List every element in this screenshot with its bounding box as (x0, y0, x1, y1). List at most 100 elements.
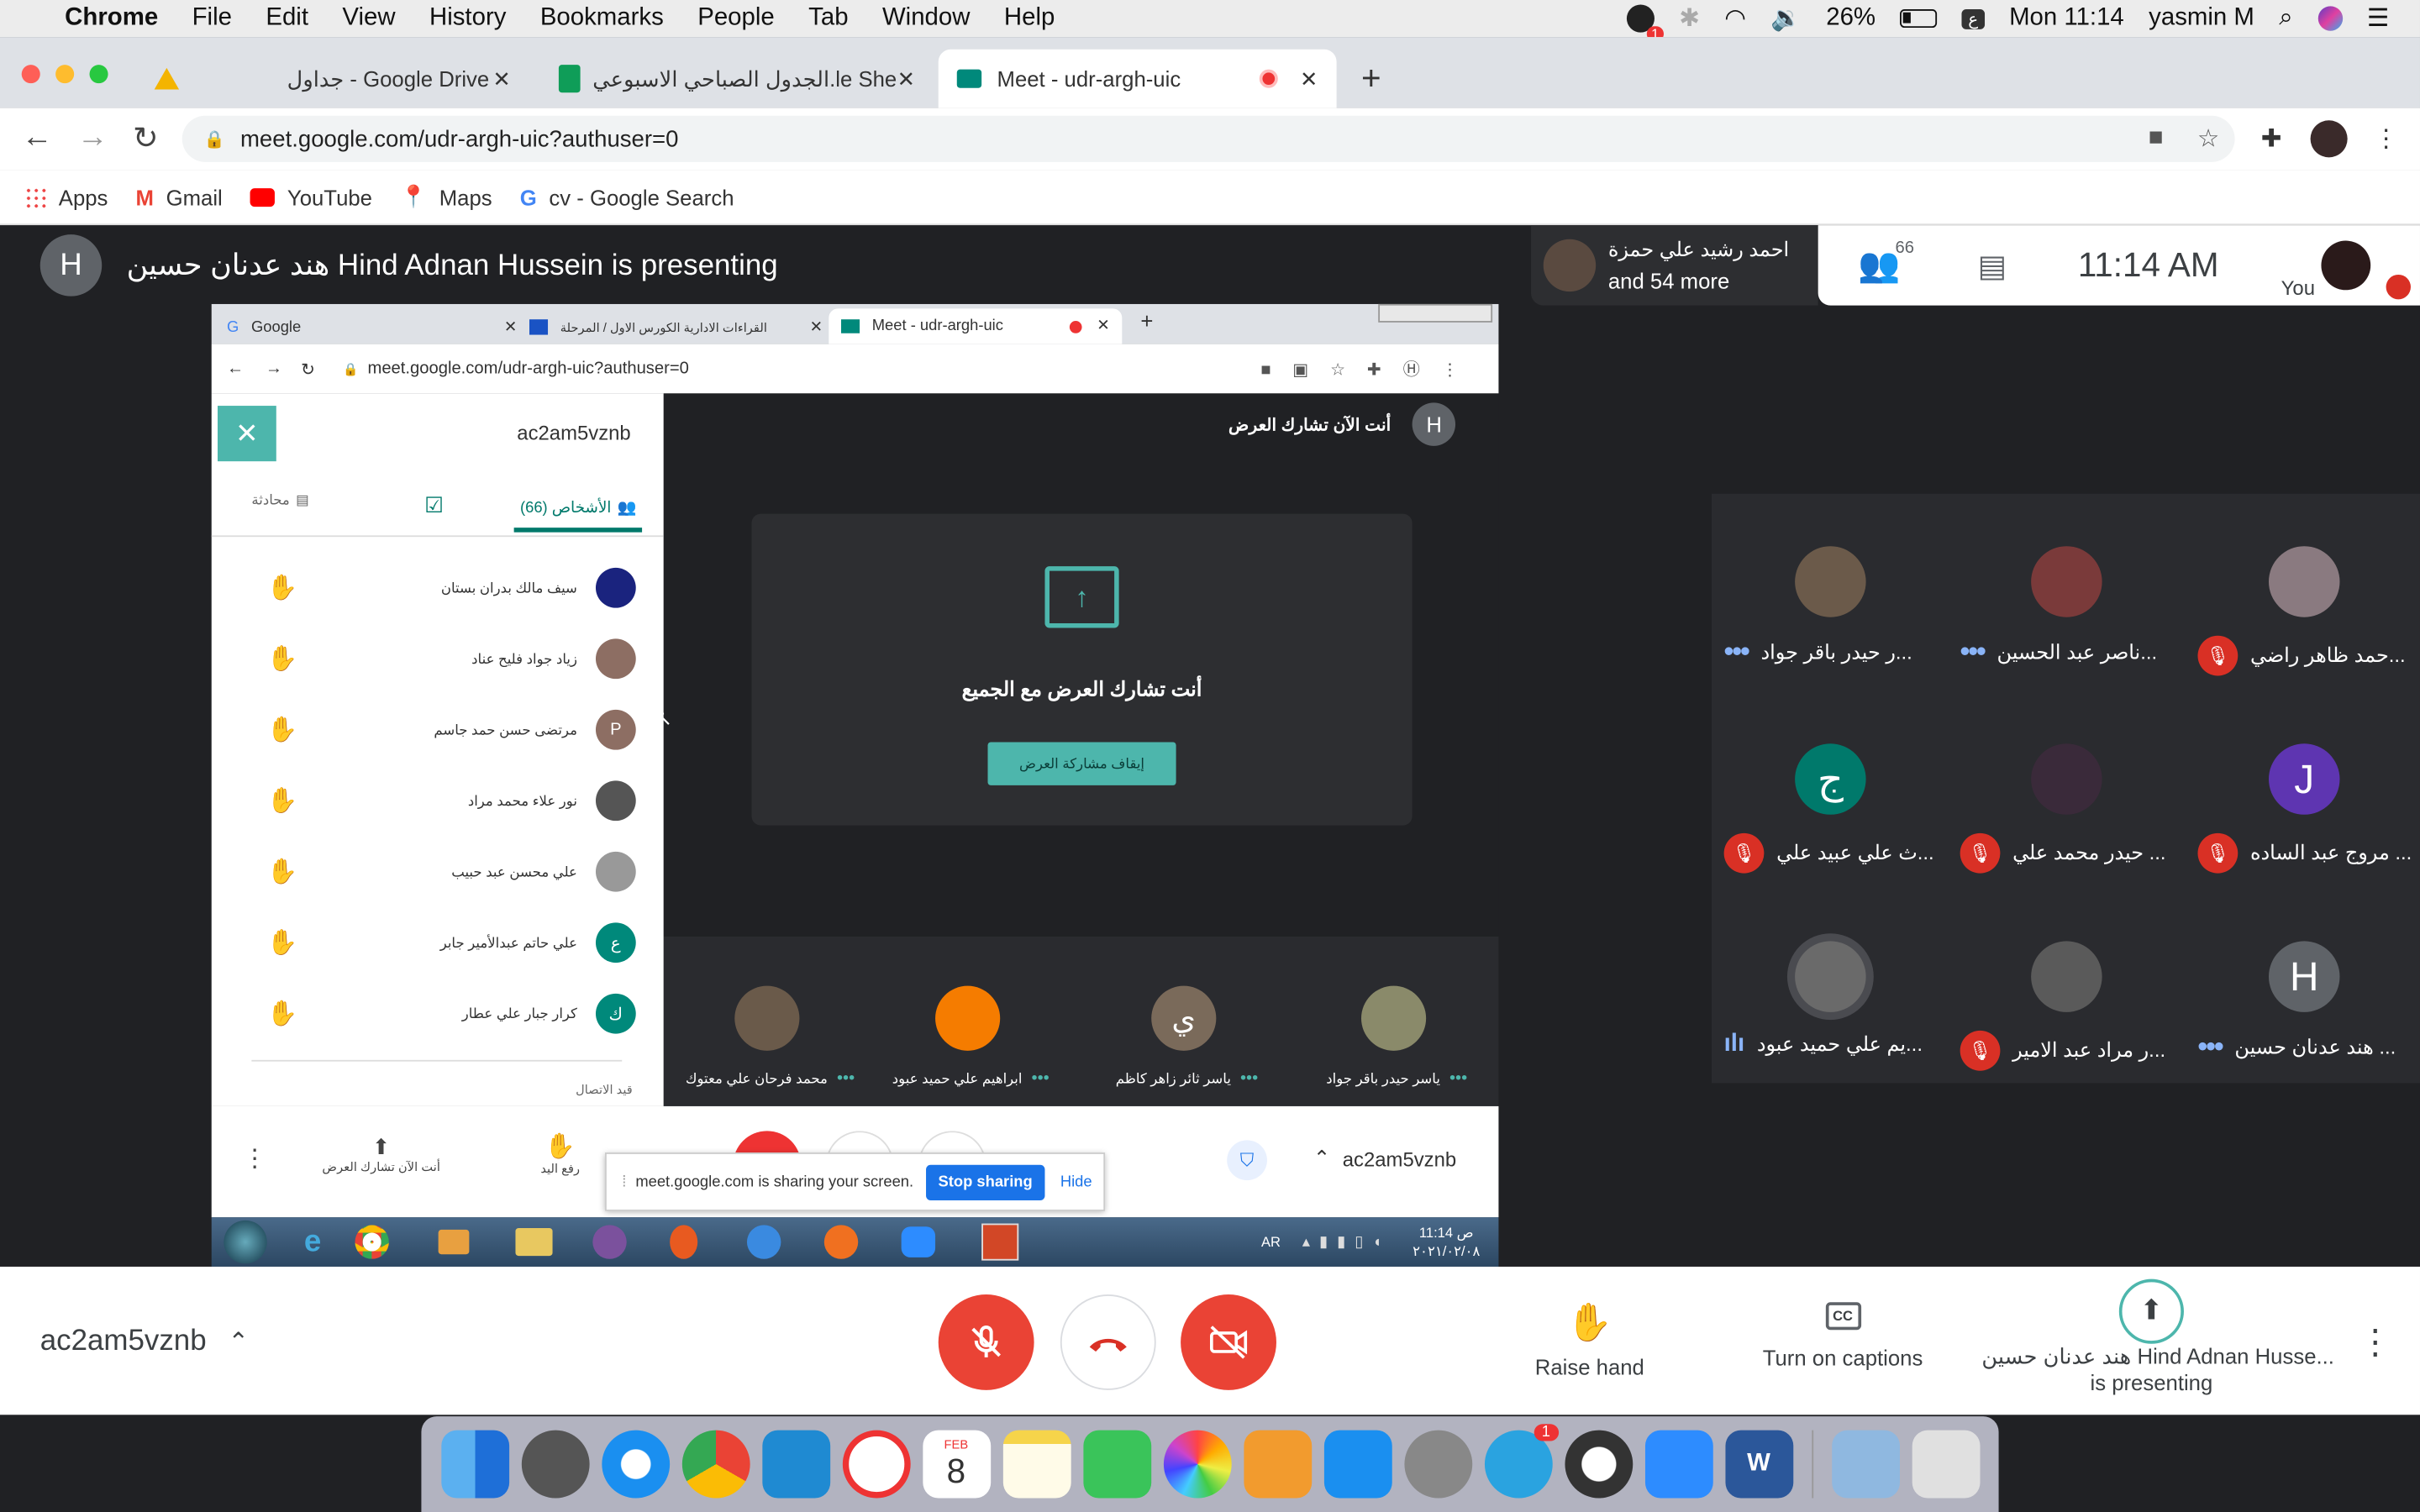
close-icon[interactable]: ✕ (504, 318, 517, 335)
panel-tab-people[interactable]: الأشخاص (66) 👥 (513, 489, 643, 533)
menu-bookmarks[interactable]: Bookmarks (540, 5, 664, 33)
hide-button[interactable]: Hide (1060, 1173, 1092, 1190)
finder-icon[interactable] (440, 1430, 509, 1499)
input-source-icon[interactable]: ع (1961, 8, 1985, 29)
participant-tile[interactable]: 🎙 حيدر محمد علي ... (1951, 722, 2183, 892)
menu-people[interactable]: People (697, 5, 775, 33)
more-options-icon[interactable]: ⋮ (2359, 1322, 2392, 1362)
inner-present-button[interactable]: ⬆ أنت الآن تشارك العرض (304, 1134, 459, 1174)
participant-tile[interactable]: ••• ناصر عبد الحسين... (1951, 524, 2183, 694)
folder-icon[interactable] (515, 1228, 553, 1257)
raised-hand-icon[interactable]: ✋ (267, 998, 298, 1029)
chrome-menu-icon[interactable]: ⋮ (2374, 123, 2398, 155)
taskbar-clock[interactable]: 11:14 ص ٢٠٢١/٠٢/٠٨ (1413, 1224, 1480, 1261)
tab-google-drive[interactable]: جداول - Google Drive ✕ (136, 50, 529, 108)
video-player-icon[interactable] (841, 1430, 910, 1499)
participant-tile[interactable]: ••• ر حيدر باقر جواد... (1715, 524, 1947, 694)
people-button[interactable]: 👥 66 (1858, 239, 1914, 286)
inner-meeting-details[interactable]: ⌃ ac2am5vznb (1313, 1147, 1456, 1171)
bookmark-cv-search[interactable]: Gcv - Google Search (520, 184, 734, 208)
bookmark-apps[interactable]: Apps (24, 184, 108, 209)
address-bar[interactable]: 🔒 meet.google.com/udr-argh-uic?authuser=… (182, 115, 2235, 162)
ie-icon[interactable]: e (304, 1224, 321, 1259)
downloads-folder-icon[interactable] (1831, 1430, 1900, 1499)
pinned-participants-card[interactable]: احمد رشيد علي حمزة and 54 more (1531, 225, 1818, 306)
self-view[interactable]: You (2281, 225, 2411, 306)
keyboard-language[interactable]: AR (1261, 1234, 1281, 1249)
forward-icon[interactable]: → (77, 120, 108, 155)
extensions-icon[interactable]: ✚ (2261, 123, 2282, 155)
leave-call-button[interactable] (1060, 1294, 1156, 1390)
books-icon[interactable] (1243, 1430, 1312, 1499)
new-tab-button[interactable]: + (1140, 308, 1153, 333)
stop-sharing-button[interactable]: Stop sharing (925, 1163, 1045, 1200)
participant-tile[interactable]: ılı يم علي حميد عبود... (1715, 920, 1947, 1089)
lock-icon[interactable]: 🔒 (203, 129, 224, 149)
menu-help[interactable]: Help (1004, 5, 1055, 33)
reload-icon[interactable]: ↻ (301, 359, 315, 379)
flame-app-icon[interactable] (670, 1225, 698, 1259)
participant-list-item[interactable]: ✋ علي محسن عبد حبيب (212, 837, 664, 907)
camera-toggle-button[interactable] (1181, 1294, 1276, 1390)
inner-toolbar-icons[interactable]: ■▣☆✚Ⓗ⋮ (1260, 356, 1480, 381)
participant-tile[interactable]: H ••• هند عدنان حسين ... (2188, 920, 2420, 1089)
launchpad-icon[interactable] (520, 1430, 589, 1499)
chrome-dock-icon[interactable] (681, 1430, 750, 1499)
menu-user[interactable]: yasmin M (2149, 5, 2254, 33)
raised-hand-icon[interactable]: ✋ (267, 856, 298, 887)
lock-icon[interactable]: 🔒 (343, 362, 358, 376)
inner-window-controls[interactable] (1378, 303, 1493, 323)
window-minimize-button[interactable] (55, 65, 75, 84)
camera-icon[interactable]: ■ (2149, 125, 2164, 153)
bookmark-maps[interactable]: 📍 Maps (400, 184, 492, 210)
reload-icon[interactable]: ↻ (133, 118, 159, 157)
url-text[interactable]: meet.google.com/udr-argh-uic?authuser=0 (240, 126, 678, 152)
tab-meet[interactable]: Meet - udr-argh-uic ✕ (938, 49, 1337, 108)
menu-tab[interactable]: Tab (808, 5, 848, 33)
bookmark-star-icon[interactable]: ☆ (2197, 123, 2219, 155)
panel-tab-chat[interactable]: محادثة ▤ (251, 492, 308, 509)
raised-hand-icon[interactable]: ✋ (267, 643, 298, 675)
inner-url[interactable]: meet.google.com/udr-argh-uic?authuser=0 (367, 360, 688, 378)
siri-icon[interactable] (2317, 6, 2343, 31)
powerpoint-icon[interactable] (981, 1223, 1019, 1261)
mic-toggle-button[interactable] (938, 1294, 1034, 1390)
zoom-taskbar-icon[interactable] (901, 1226, 936, 1257)
safari-icon[interactable] (601, 1430, 670, 1499)
zoom-dock-icon[interactable] (1644, 1430, 1712, 1499)
facetime-icon[interactable] (1082, 1430, 1151, 1499)
volume-icon[interactable]: 🔉 (1770, 3, 1802, 34)
participant-list-item[interactable]: ✋ مرتضى حسن حمد جاسم P (212, 695, 664, 765)
raised-hand-icon[interactable]: ✋ (267, 714, 298, 745)
calendar-icon[interactable]: FEB 8 (922, 1430, 991, 1499)
participant-list-item[interactable]: ✋ علي حاتم عبدالأمير جابر ع (212, 907, 664, 978)
photos-icon[interactable] (1162, 1430, 1231, 1499)
profile-avatar[interactable] (2310, 120, 2348, 158)
app-menu[interactable]: Chrome (65, 5, 158, 33)
app-store-icon[interactable] (1323, 1430, 1392, 1499)
raised-hand-icon[interactable]: ✋ (267, 572, 298, 603)
presenting-status-button[interactable]: ⬆ هند عدنان حسين Hind Adnan Husse... is … (1981, 1278, 2334, 1394)
media-player-icon[interactable] (438, 1229, 470, 1255)
raise-hand-button[interactable]: ✋ Raise hand (1512, 1300, 1667, 1379)
participant-list-item[interactable]: ✋ نور علاء محمد مراد (212, 765, 664, 836)
inner-tab-readings[interactable]: القراءات الادارية الكورس الاول / المرحلة… (529, 310, 823, 344)
quicktime-icon[interactable] (1564, 1430, 1633, 1499)
new-tab-button[interactable]: + (1361, 59, 1381, 99)
tab-sheets[interactable]: الجدول الصباحي الاسبوعي.le Sheets ✕ (540, 50, 934, 108)
bluetooth-icon[interactable]: ✱ (1679, 3, 1700, 34)
participant-tile[interactable]: 🎙 ر مراد عبد الامير... (1951, 920, 2183, 1089)
participant-tile[interactable]: 🎙 حمد ظاهر راضي... (2188, 524, 2420, 694)
app-s-icon[interactable] (747, 1225, 781, 1259)
vscode-icon[interactable] (761, 1430, 830, 1499)
tray-icons[interactable]: ▴▮▮▯◖ (1302, 1233, 1392, 1250)
inner-tab-meet[interactable]: Meet - udr-argh-uic ✕ (829, 308, 1123, 344)
window-zoom-button[interactable] (89, 65, 108, 84)
chat-icon[interactable]: ▤ (1978, 246, 2007, 285)
participant-tile[interactable]: J 🎙 مروج عبد الساده ... (2188, 722, 2420, 892)
notes-icon[interactable] (1002, 1430, 1071, 1499)
stop-presenting-button[interactable]: إيقاف مشاركة العرض (987, 742, 1176, 785)
chrome-taskbar-icon[interactable] (355, 1225, 390, 1259)
close-icon[interactable]: ✕ (492, 66, 511, 92)
trash-icon[interactable] (1911, 1430, 1980, 1499)
